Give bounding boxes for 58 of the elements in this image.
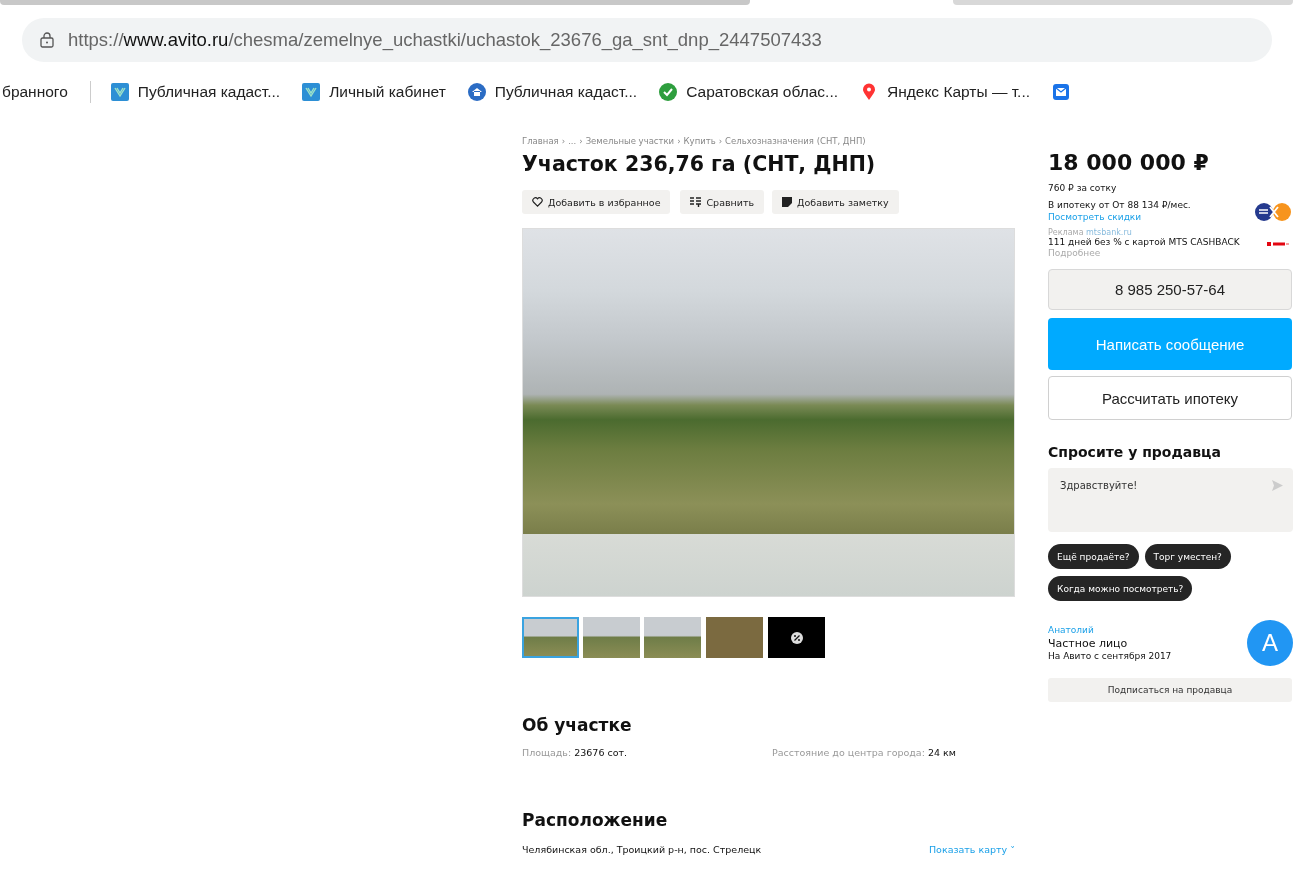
parameter-text: Площадь: 23676 сот. <box>522 747 629 758</box>
thumbnail[interactable] <box>583 617 640 658</box>
breadcrumb-link[interactable]: ... <box>568 136 577 146</box>
section-heading: Спросите у продавца <box>1048 444 1222 461</box>
emblem-icon <box>110 83 129 101</box>
breadcrumb-separator: › <box>718 136 723 146</box>
breadcrumb-separator: › <box>677 136 681 146</box>
bookmark[interactable]: Яндекс Карты — т... <box>860 83 1030 101</box>
address-text: Челябинская обл., Троицкий р-н, пос. Стрелецк <box>522 844 762 855</box>
thumbnail[interactable] <box>706 617 763 658</box>
lock-icon <box>40 32 54 48</box>
heart-icon <box>532 197 543 207</box>
bookmark[interactable]: Личный кабинет <box>302 83 446 101</box>
quick-question-chip[interactable]: Ещё продаёте? <box>1048 544 1139 570</box>
note-icon <box>782 197 793 207</box>
parameter-text: Расстояние до центра города: 24 км <box>772 747 957 758</box>
percent-badge-icon <box>789 630 804 645</box>
quick-question-chip[interactable]: Торг уместен? <box>1144 544 1231 570</box>
subscribe-button[interactable]: Подписаться на продавца <box>1048 678 1292 703</box>
ad-text: 111 дней без % с картой MTS CASHBACK <box>1048 236 1240 247</box>
bookmark[interactable]: бранного <box>2 83 68 101</box>
mortgage-text: В ипотеку от От 88 134 ₽/мес. <box>1048 200 1191 212</box>
thumbnail[interactable] <box>644 617 701 658</box>
price-per-unit: 760 ₽ за сотку <box>1048 183 1118 195</box>
breadcrumb-separator: › <box>561 136 566 146</box>
bookmark[interactable]: Публичная кадаст... <box>467 83 638 101</box>
section-heading: Расположение <box>522 810 669 830</box>
address-bar[interactable]: https://www.avito.ru/chesma/zemelnye_uchastki/uchastok_23676_ga_snt_dnp_2447507433 <box>22 18 1272 62</box>
phone-button[interactable]: 8 985 250-57-64 <box>1048 269 1292 311</box>
compare-icon <box>690 197 702 207</box>
breadcrumb-link[interactable]: Сельхозназначения (СНТ, ДНП) <box>725 136 866 146</box>
send-icon[interactable] <box>1272 480 1283 492</box>
checkmark-icon <box>659 83 678 101</box>
section-heading: Об участке <box>522 715 633 735</box>
home-icon <box>467 83 486 101</box>
action-button[interactable]: Сравнить <box>680 190 765 214</box>
breadcrumb-link[interactable]: Главная <box>522 136 559 146</box>
bookmark[interactable]: Публичная кадаст... <box>110 83 281 101</box>
emblem-icon <box>302 83 321 101</box>
thumbnail[interactable] <box>522 617 579 658</box>
url-text: https://www.avito.ru/chesma/zemelnye_uchastki/uchastok_23676_ga_snt_dnp_2447507433 <box>68 29 822 51</box>
breadcrumb-link[interactable]: Земельные участки <box>585 136 675 146</box>
action-button[interactable]: Добавить в избранное <box>522 190 671 214</box>
message-field[interactable]: Здравствуйте! <box>1048 468 1293 533</box>
breadcrumb-separator: › <box>579 136 583 146</box>
listing-title: Участок 236,76 га (СНТ, ДНП) <box>522 152 877 176</box>
ad-label: Реклама <box>1048 227 1084 237</box>
action-button[interactable]: Добавить заметку <box>772 190 899 214</box>
seller-type: Частное лицо <box>1048 636 1129 650</box>
quick-question-chip[interactable]: Когда можно посмотреть? <box>1048 576 1193 602</box>
map-pin-icon <box>860 83 878 101</box>
calculate-mortgage-button[interactable]: Рассчитать ипотеку <box>1048 376 1292 421</box>
price: 18 000 000 ₽ <box>1048 150 1210 175</box>
bookmark[interactable]: Саратовская облас... <box>659 83 838 101</box>
mail-icon[interactable] <box>1052 83 1070 101</box>
breadcrumb-link[interactable]: Купить <box>683 136 716 146</box>
seller-since: На Авито с сентября 2017 <box>1048 650 1172 662</box>
thumbnail[interactable] <box>768 617 825 658</box>
